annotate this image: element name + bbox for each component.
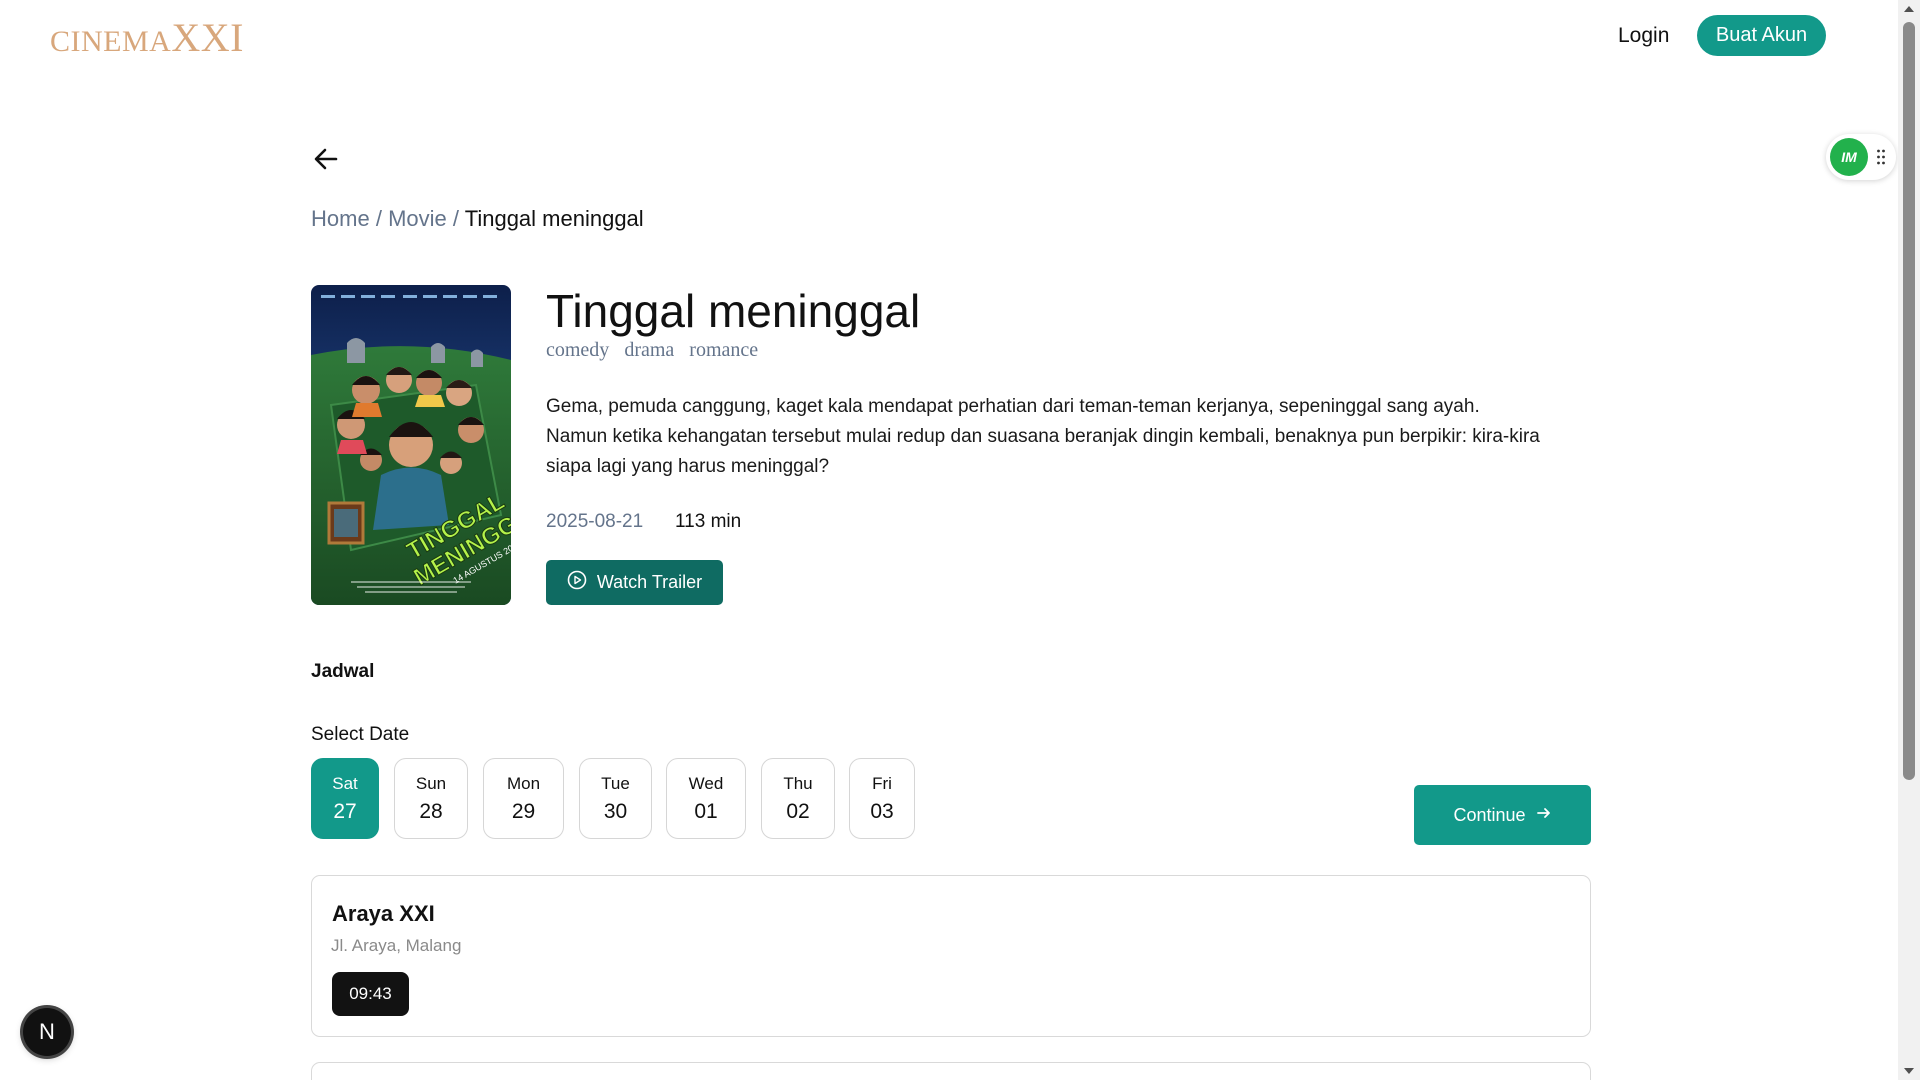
breadcrumb-separator: /	[452, 206, 459, 231]
genre-list: comedy drama romance	[546, 339, 768, 362]
select-date-label: Select Date	[311, 724, 410, 745]
cinema-address: Jl. Araya, Malang	[331, 936, 462, 955]
date-number: 30	[603, 799, 628, 823]
date-day: Sun	[415, 773, 447, 793]
date-number: 27	[333, 799, 357, 823]
drag-handle-icon[interactable]	[1876, 148, 1886, 166]
date-day: Thu	[783, 773, 813, 793]
extension-widget[interactable]: IM	[1826, 134, 1896, 180]
cinema-card	[311, 1062, 1591, 1080]
breadcrumb-movie[interactable]: Movie	[388, 206, 447, 231]
breadcrumb-home[interactable]: Home	[311, 206, 370, 231]
date-option-sat[interactable]: Sat 27	[311, 758, 379, 839]
breadcrumb-separator: /	[375, 206, 382, 231]
breadcrumb: Home / Movie / Tinggal meninggal	[311, 206, 644, 232]
back-arrow-icon[interactable]	[311, 144, 341, 174]
movie-duration: 113 min	[675, 511, 742, 532]
genre-tag: romance	[689, 339, 759, 361]
date-option-fri[interactable]: Fri 03	[849, 758, 915, 839]
date-option-mon[interactable]: Mon 29	[483, 758, 564, 839]
scroll-down-icon[interactable]	[1904, 1068, 1914, 1074]
breadcrumb-current: Tinggal meninggal	[464, 206, 644, 231]
movie-synopsis: Gema, pemuda canggung, kaget kala mendap…	[546, 396, 1540, 477]
date-day: Tue	[601, 773, 630, 793]
date-option-sun[interactable]: Sun 28	[394, 758, 468, 839]
signup-button[interactable]: Buat Akun	[1697, 15, 1826, 56]
release-date: 2025-08-21	[546, 511, 644, 532]
logo-text-xxi: XXI	[171, 15, 244, 60]
date-number: 28	[419, 799, 443, 823]
date-day: Sat	[332, 773, 358, 793]
nextjs-dev-badge[interactable]: N	[23, 1008, 71, 1056]
cinema-name: Araya XXI	[332, 901, 435, 926]
continue-label: Continue	[1453, 804, 1526, 825]
date-day: Fri	[872, 773, 892, 793]
cinema-card: Araya XXI Jl. Araya, Malang 09:43	[311, 875, 1591, 1037]
logo-text-cinema: CINEMA	[50, 25, 172, 58]
scroll-up-icon[interactable]	[1904, 6, 1914, 12]
date-day: Mon	[506, 773, 541, 793]
genre-tag: comedy	[546, 339, 610, 361]
date-number: 29	[511, 799, 536, 823]
watch-trailer-label: Watch Trailer	[596, 572, 703, 592]
cinemaxxi-logo[interactable]: CINEMAXXI	[50, 14, 244, 61]
vertical-scrollbar[interactable]	[1898, 0, 1920, 1080]
date-day: Wed	[688, 773, 724, 793]
play-circle-icon	[567, 570, 587, 595]
movie-poster: TINGGAL MENINGGAL 14 AGUSTUS 2025	[311, 285, 511, 605]
showtime-button[interactable]: 09:43	[332, 972, 409, 1016]
page: CINEMAXXI Login Buat Akun Home / Movie /…	[0, 0, 1898, 1080]
date-number: 01	[694, 799, 718, 823]
date-number: 03	[870, 799, 894, 823]
genre-tag: drama	[624, 339, 675, 361]
arrow-right-icon	[1536, 805, 1552, 826]
login-link[interactable]: Login	[1618, 24, 1669, 48]
watch-trailer-button[interactable]: Watch Trailer	[546, 560, 723, 605]
schedule-heading: Jadwal	[311, 661, 375, 682]
scrollbar-thumb[interactable]	[1903, 22, 1915, 780]
date-number: 02	[786, 799, 810, 823]
date-option-wed[interactable]: Wed 01	[666, 758, 746, 839]
date-option-tue[interactable]: Tue 30	[579, 758, 652, 839]
continue-button[interactable]: Continue	[1414, 785, 1591, 845]
movie-title: Tinggal meninggal	[546, 285, 921, 337]
extension-logo: IM	[1830, 138, 1868, 176]
date-option-thu[interactable]: Thu 02	[761, 758, 835, 839]
